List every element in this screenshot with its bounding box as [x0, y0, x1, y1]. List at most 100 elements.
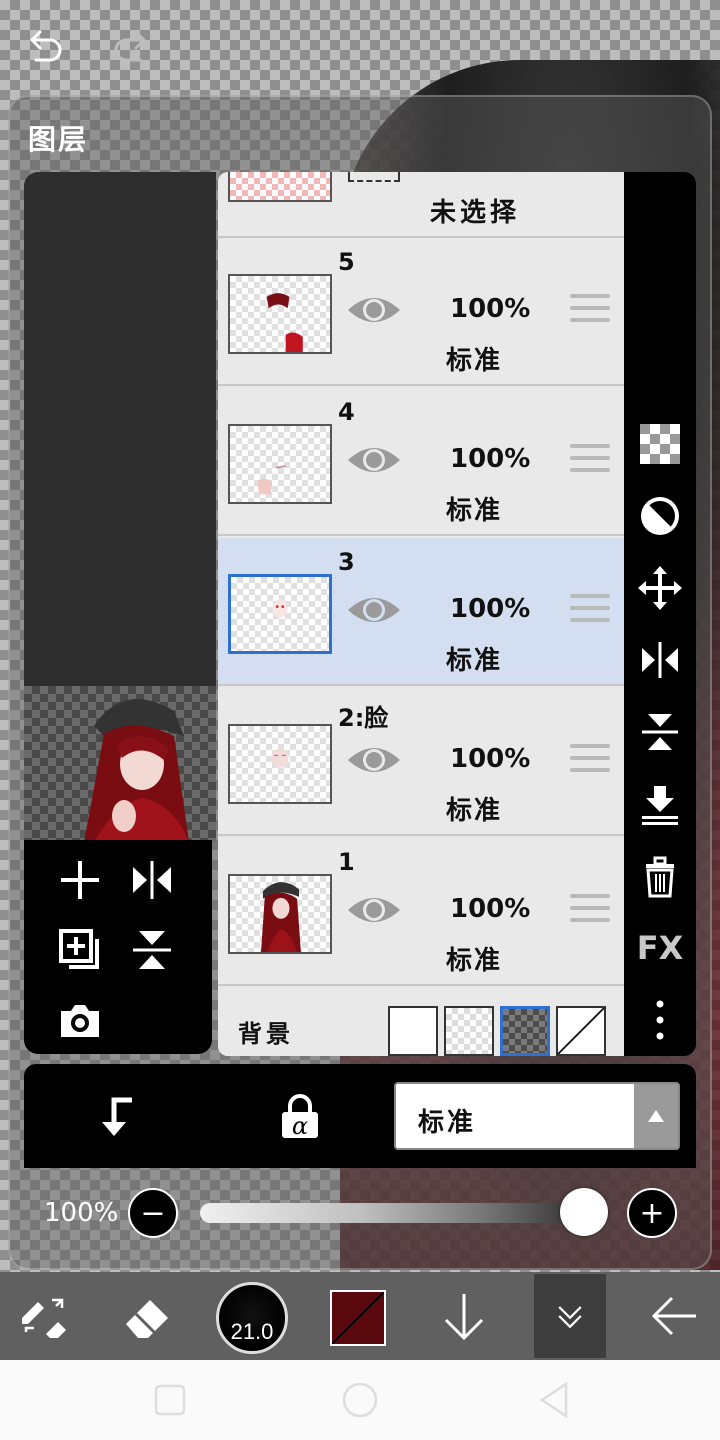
trash-icon: [646, 856, 674, 898]
home-icon[interactable]: [340, 1380, 380, 1420]
visibility-eye-icon[interactable]: [346, 290, 402, 330]
layer-row-2[interactable]: 2:脸 100% 标准: [218, 688, 624, 836]
layer-thumbnail: [228, 724, 332, 804]
camera-icon: [61, 1005, 99, 1037]
background-row: 背景: [218, 988, 624, 1056]
layer-opacity: 100%: [450, 294, 531, 324]
add-layer-button[interactable]: [52, 852, 108, 908]
blend-mode-bar: α 标准: [24, 1064, 696, 1168]
opacity-value: 100%: [44, 1198, 119, 1228]
flip-vertical-button[interactable]: [632, 704, 688, 760]
move-icon: [638, 566, 682, 610]
fx-icon: FX: [636, 929, 684, 967]
tool-switch-button[interactable]: [12, 1272, 76, 1360]
back-nav-icon[interactable]: [534, 1380, 574, 1420]
merge-down-icon: [642, 786, 678, 825]
layer-row-3[interactable]: 3 100% 标准: [218, 538, 624, 686]
flip-horizontal-button[interactable]: [632, 632, 688, 688]
layer-opacity: 100%: [450, 444, 531, 474]
clipping-button[interactable]: [632, 488, 688, 544]
visibility-eye-icon[interactable]: [346, 740, 402, 780]
visibility-eye-icon[interactable]: [346, 890, 402, 930]
flip-vertical-icon: [642, 714, 678, 750]
blend-mode-value: 标准: [418, 1108, 477, 1138]
layer-add-tools: [24, 840, 212, 1054]
drag-handle-icon[interactable]: [570, 294, 610, 330]
visibility-eye-icon[interactable]: [346, 440, 402, 480]
background-checker-dark-swatch[interactable]: [500, 1006, 550, 1056]
opacity-decrease-button[interactable]: −: [128, 1188, 178, 1238]
opacity-slider-handle[interactable]: [560, 1188, 608, 1236]
background-label: 背景: [238, 1020, 294, 1048]
layer-blend-mode: 标准: [446, 946, 503, 976]
drag-handle-icon[interactable]: [570, 744, 610, 780]
delete-layer-button[interactable]: [632, 848, 688, 904]
layer-down-button[interactable]: [432, 1272, 496, 1360]
layer-row-4[interactable]: 4 100% 标准: [218, 388, 624, 536]
clip-arrow-icon: [102, 1097, 132, 1136]
layer-opacity: 100%: [450, 894, 531, 924]
layer-thumbnail: [228, 574, 332, 654]
layer-row-1[interactable]: 1 100% 标准: [218, 838, 624, 986]
clip-to-below-button[interactable]: [86, 1086, 146, 1146]
more-options-button[interactable]: [632, 992, 688, 1048]
redo-button[interactable]: [104, 18, 160, 74]
drag-handle-icon[interactable]: [570, 894, 610, 930]
move-layer-button[interactable]: [632, 560, 688, 616]
back-button[interactable]: [642, 1272, 706, 1360]
color-swatch-button[interactable]: [330, 1290, 386, 1346]
alpha-lock-button[interactable]: α: [270, 1086, 330, 1146]
merge-down-button[interactable]: [632, 776, 688, 832]
flip-layer-vertical-button[interactable]: [124, 922, 180, 978]
flip-vertical-icon: [133, 931, 171, 969]
eraser-tool-button[interactable]: [116, 1272, 180, 1360]
flip-layer-horizontal-button[interactable]: [124, 852, 180, 908]
layer-panel-toggle-button[interactable]: [534, 1274, 606, 1358]
layer-thumbnail: [228, 172, 332, 202]
fx-button[interactable]: FX: [632, 920, 688, 976]
brush-size-button[interactable]: 21.0: [216, 1282, 288, 1354]
layer-row-5[interactable]: 5 100% 标准: [218, 238, 624, 386]
alpha-lock-icon: α: [282, 1094, 318, 1140]
layer-blend-mode: 标准: [446, 646, 503, 676]
half-circle-icon: [641, 497, 679, 535]
minus-icon: −: [140, 1195, 166, 1231]
checker-icon: [640, 424, 680, 464]
arrow-down-icon: [444, 1294, 484, 1341]
selection-marker: [348, 172, 400, 182]
layer-list: 未选择 5 100% 标准 4 100% 标准 3 100% 标准 2:脸 10…: [218, 172, 624, 1056]
redo-icon: [114, 30, 146, 62]
opacity-slider[interactable]: [200, 1203, 604, 1223]
layer-name: 4: [338, 398, 355, 426]
undo-button[interactable]: [16, 18, 72, 74]
visibility-eye-icon[interactable]: [346, 590, 402, 630]
more-icon: [656, 1000, 664, 1040]
layer-opacity: 100%: [450, 594, 531, 624]
opacity-increase-button[interactable]: +: [627, 1188, 677, 1238]
drag-handle-icon[interactable]: [570, 444, 610, 480]
layer-name: 3: [338, 548, 355, 576]
background-transparent-swatch[interactable]: [556, 1006, 606, 1056]
camera-import-button[interactable]: [52, 992, 108, 1048]
layer-name: 2:脸: [338, 704, 389, 732]
recents-icon[interactable]: [150, 1380, 190, 1420]
transparency-lock-button[interactable]: [632, 416, 688, 472]
layer-tools-column: FX: [624, 172, 696, 1056]
selection-status: 未选择: [430, 198, 521, 228]
plus-icon: +: [639, 1195, 665, 1231]
layer-blend-mode: 标准: [446, 346, 503, 376]
blend-mode-select[interactable]: 标准: [394, 1082, 680, 1150]
layer-thumbnail: [228, 274, 332, 354]
duplicate-layer-button[interactable]: [52, 922, 108, 978]
layer-row-partial[interactable]: 未选择: [218, 172, 624, 238]
background-checker-light-swatch[interactable]: [444, 1006, 494, 1056]
layer-thumbnail: [228, 424, 332, 504]
drag-handle-icon[interactable]: [570, 594, 610, 630]
pen-eraser-switch-icon: [22, 1298, 66, 1338]
layer-name: 5: [338, 248, 355, 276]
layer-opacity: 100%: [450, 744, 531, 774]
background-white-swatch[interactable]: [388, 1006, 438, 1056]
layer-preview-thumbnail: [24, 686, 216, 842]
arrow-left-icon: [651, 1296, 696, 1336]
double-chevron-down-icon: [558, 1306, 582, 1329]
